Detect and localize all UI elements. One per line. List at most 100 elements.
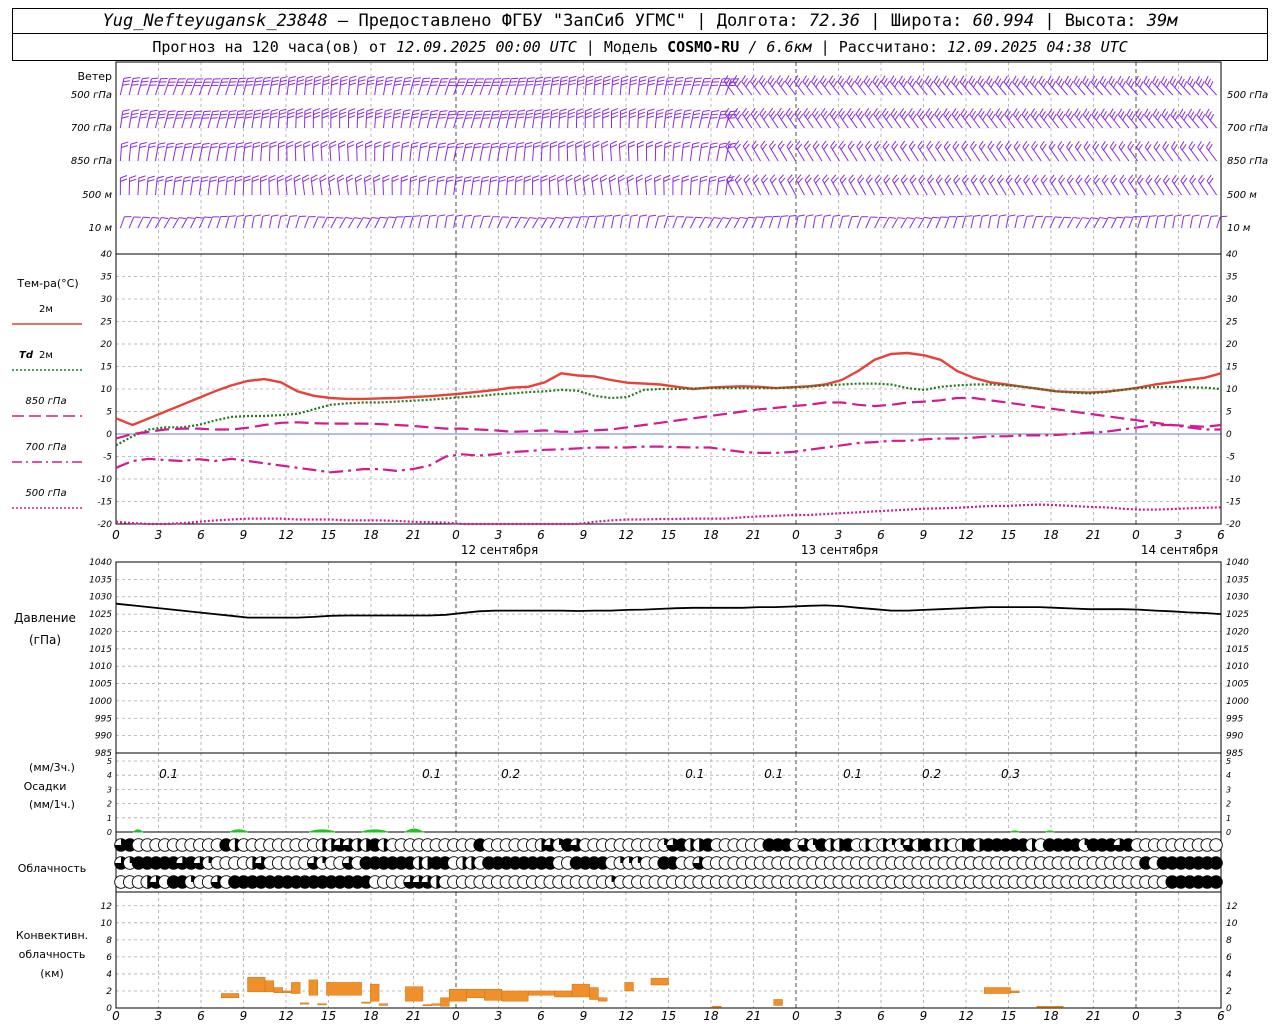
wind-barb bbox=[838, 107, 849, 129]
pressure-tick-left: 1025 bbox=[89, 610, 112, 620]
wind-barb bbox=[233, 142, 244, 162]
wind-barb bbox=[882, 140, 893, 162]
temp-tick-left: -10 bbox=[97, 475, 112, 485]
pressure-tick-right: 1005 bbox=[1226, 680, 1249, 690]
wind-barb bbox=[803, 140, 814, 162]
hour-tick-label: 15 bbox=[661, 1009, 676, 1023]
wind-barb bbox=[784, 75, 797, 96]
wind-barb bbox=[514, 142, 525, 162]
wind-barb bbox=[1082, 75, 1095, 96]
wind-barb bbox=[505, 77, 519, 96]
wind-barb bbox=[496, 175, 507, 196]
temp-tick-left: -15 bbox=[97, 498, 112, 508]
precip-bar bbox=[229, 829, 248, 833]
wind-barb bbox=[1067, 216, 1081, 229]
wind-barb bbox=[795, 140, 805, 162]
wind-barb bbox=[838, 140, 849, 162]
conv-title-1: Конвективн. bbox=[16, 929, 88, 942]
wind-barb bbox=[900, 140, 911, 162]
wind-barb bbox=[532, 175, 540, 196]
wind-barb bbox=[883, 174, 893, 196]
wind-barb bbox=[777, 215, 789, 229]
wind-barb bbox=[242, 109, 254, 129]
wind-barb bbox=[1066, 141, 1077, 162]
hour-tick-label: 0 bbox=[112, 1009, 120, 1023]
wind-barb bbox=[374, 141, 382, 162]
hour-tick-label: 3 bbox=[835, 1009, 843, 1023]
wind-barb bbox=[803, 107, 814, 129]
wind-barb bbox=[444, 214, 454, 229]
wind-barb bbox=[565, 174, 573, 196]
wind-barb bbox=[373, 174, 381, 196]
wind-barb bbox=[1117, 75, 1130, 96]
wind-barb bbox=[602, 108, 610, 128]
precip-amount-label: 0.3 bbox=[1001, 767, 1020, 781]
hour-tick-label: 6 bbox=[877, 1009, 885, 1023]
wind-barb bbox=[828, 75, 840, 96]
wind-barb bbox=[689, 216, 703, 229]
wind-barb bbox=[627, 140, 636, 162]
pressure-tick-right: 1030 bbox=[1226, 593, 1249, 603]
wind-barb bbox=[374, 216, 388, 229]
wind-barb bbox=[716, 142, 727, 162]
wind-barb bbox=[847, 140, 858, 162]
wind-barb bbox=[128, 109, 139, 129]
wind-barb bbox=[663, 174, 671, 196]
wind-barb bbox=[689, 175, 699, 196]
wind-barb bbox=[637, 108, 646, 129]
wind-barb bbox=[653, 174, 662, 196]
hour-tick-label: 21 bbox=[746, 528, 761, 542]
precip-tick-right: 2 bbox=[1226, 800, 1231, 809]
wind-barb bbox=[786, 140, 797, 162]
wind-barb bbox=[575, 108, 584, 129]
wind-barb bbox=[1022, 140, 1033, 162]
wind-barb bbox=[418, 175, 427, 196]
pressure-tick-left: 1005 bbox=[89, 680, 112, 690]
wind-barb bbox=[593, 108, 601, 129]
precip-tick-right: 3 bbox=[1226, 785, 1231, 794]
wind-barb bbox=[1119, 174, 1130, 196]
wind-barb bbox=[924, 75, 937, 96]
wind-barb bbox=[751, 140, 762, 162]
temp-tick-right: 35 bbox=[1226, 273, 1238, 283]
wind-barb bbox=[961, 174, 972, 196]
convective-cloud-bar bbox=[299, 1002, 310, 1005]
wind-barb bbox=[567, 75, 577, 96]
convective-cloud-bar bbox=[571, 983, 590, 998]
wind-barb bbox=[865, 140, 876, 162]
wind-barb bbox=[225, 77, 238, 96]
temp-tick-right: 10 bbox=[1226, 385, 1238, 395]
wind-barb bbox=[785, 107, 797, 129]
wind-barb bbox=[339, 75, 348, 96]
wind-barb bbox=[654, 76, 666, 96]
wind-barb bbox=[1058, 216, 1072, 229]
wind-barb bbox=[1102, 216, 1116, 229]
wind-barb bbox=[146, 142, 157, 162]
wind-barb bbox=[347, 75, 357, 96]
wind-barb bbox=[1058, 174, 1068, 196]
temp-tick-right: 5 bbox=[1226, 408, 1232, 418]
wind-barb bbox=[1005, 214, 1016, 229]
precip-tick-right: 0 bbox=[1226, 828, 1231, 837]
wind-barb bbox=[435, 78, 449, 96]
conv-tick-right: 0 bbox=[1226, 1004, 1232, 1014]
wind-barb bbox=[444, 176, 454, 196]
convective-cloud-bar bbox=[624, 982, 634, 992]
precip-bar bbox=[361, 829, 389, 833]
wind-barb bbox=[1127, 141, 1139, 162]
wind-barb bbox=[479, 142, 491, 162]
wind-barb bbox=[707, 175, 717, 196]
wind-barb bbox=[391, 174, 399, 196]
hour-tick-label: 0 bbox=[1132, 1009, 1140, 1023]
wind-barb bbox=[1101, 174, 1112, 196]
wind-barb bbox=[672, 109, 683, 129]
wind-barb bbox=[400, 175, 409, 196]
wind-barb bbox=[663, 76, 675, 96]
wind-barb bbox=[812, 140, 823, 162]
wind-barb bbox=[391, 109, 402, 129]
convective-cloud-bar bbox=[589, 987, 599, 1000]
wind-barb bbox=[935, 140, 946, 162]
temp-tick-left: 40 bbox=[101, 250, 113, 260]
temp-tick-right: 20 bbox=[1226, 340, 1238, 350]
wind-barb bbox=[286, 75, 297, 96]
